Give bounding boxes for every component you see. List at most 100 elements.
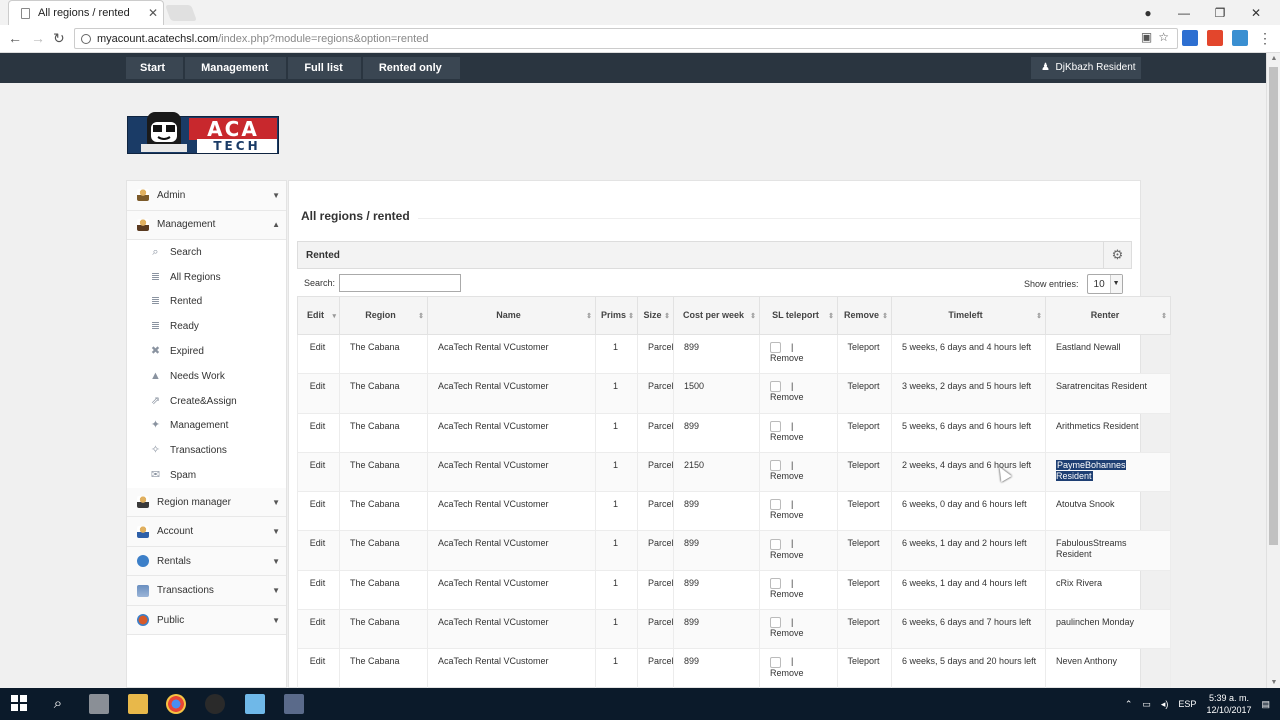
remove-checkbox[interactable] xyxy=(770,577,781,589)
search-input[interactable] xyxy=(339,274,462,292)
edit-link[interactable]: Edit xyxy=(297,648,340,689)
teleport-link[interactable]: Teleport xyxy=(837,491,892,532)
network-icon[interactable]: ▭ xyxy=(1142,699,1151,710)
crumb-start[interactable]: Start xyxy=(126,57,184,79)
sidebar-subitem-rented[interactable]: ≣ Rented xyxy=(127,289,286,315)
remove-checkbox[interactable] xyxy=(770,381,781,393)
edit-link[interactable]: Edit xyxy=(297,530,340,571)
reload-icon[interactable]: ↻ xyxy=(53,30,65,47)
col-remove[interactable]: Remove ⇕ xyxy=(837,296,892,335)
tray-chevron-icon[interactable]: ⌃ xyxy=(1125,699,1133,710)
sidebar-subitem-search[interactable]: ⌕ Search xyxy=(127,240,286,265)
sidebar-subitem-expired[interactable]: ✖ Expired xyxy=(127,339,286,364)
remove-label[interactable]: Remove xyxy=(770,392,804,402)
bookmark-star-icon[interactable]: ☆ xyxy=(1158,30,1169,44)
col-edit[interactable]: Edit ▾ xyxy=(297,296,340,335)
page-scrollbar[interactable]: ▲ ▼ xyxy=(1266,53,1280,688)
notifications-icon[interactable]: ▤ xyxy=(1261,699,1270,710)
remove-label[interactable]: Remove xyxy=(770,550,804,560)
crumb-rented-only[interactable]: Rented only xyxy=(362,57,460,79)
edit-link[interactable]: Edit xyxy=(297,569,340,611)
extension-icon-3[interactable] xyxy=(1232,30,1248,46)
teleport-link[interactable]: Teleport xyxy=(837,373,892,414)
col-region[interactable]: Region ⇕ xyxy=(339,296,428,335)
sidebar-subitem-needs-work[interactable]: ▲ Needs Work xyxy=(127,363,286,389)
edit-link[interactable]: Edit xyxy=(297,451,340,493)
remove-label[interactable]: Remove xyxy=(770,432,804,442)
sidebar-item-public[interactable]: Public ▼ xyxy=(127,605,286,636)
remove-checkbox[interactable] xyxy=(770,420,781,432)
sidebar-item-admin[interactable]: Admin ▼ xyxy=(127,181,286,211)
browser-menu-icon[interactable]: ⋮ xyxy=(1258,30,1272,47)
language-indicator[interactable]: ESP xyxy=(1178,699,1196,709)
remove-checkbox[interactable] xyxy=(770,499,781,511)
remove-checkbox[interactable] xyxy=(770,460,781,472)
sidebar-subitem-transactions[interactable]: ✧ Transactions xyxy=(127,438,286,464)
file-explorer-icon[interactable] xyxy=(128,694,148,714)
tab-close-icon[interactable]: ✕ xyxy=(143,6,163,20)
remove-checkbox[interactable] xyxy=(770,656,781,668)
restore-icon[interactable]: ❐ xyxy=(1202,6,1238,20)
extension-icon-2[interactable] xyxy=(1207,30,1223,46)
scrollbar-thumb[interactable] xyxy=(1269,67,1278,545)
col-size[interactable]: Size ⇕ xyxy=(637,296,674,335)
forward-icon[interactable]: → xyxy=(31,30,45,46)
remove-label[interactable]: Remove xyxy=(770,668,804,678)
remove-checkbox[interactable] xyxy=(770,617,781,629)
teleport-link[interactable]: Teleport xyxy=(837,333,892,375)
chrome-icon[interactable] xyxy=(166,694,186,714)
col-cost[interactable]: Cost per week ⇕ xyxy=(673,296,760,335)
sidebar-subitem-create-assign[interactable]: ⇗ Create&Assign xyxy=(127,388,286,414)
sidebar-subitem-management[interactable]: ✦ Management xyxy=(127,413,286,439)
col-name[interactable]: Name ⇕ xyxy=(427,296,596,335)
remove-label[interactable]: Remove xyxy=(770,589,804,599)
translate-icon[interactable]: ▣ xyxy=(1141,30,1152,44)
remove-label[interactable]: Remove xyxy=(770,471,804,481)
teleport-link[interactable]: Teleport xyxy=(837,569,892,611)
minimize-icon[interactable]: — xyxy=(1166,6,1202,20)
remove-checkbox[interactable] xyxy=(770,342,781,354)
browser-tab[interactable]: All regions / rented ✕ xyxy=(8,0,164,25)
task-view-icon[interactable] xyxy=(89,694,109,714)
new-tab-button[interactable] xyxy=(165,5,197,21)
windows-start-icon[interactable] xyxy=(10,694,30,714)
remove-label[interactable]: Remove xyxy=(770,510,804,520)
teleport-link[interactable]: Teleport xyxy=(837,609,892,650)
app-icon-dark[interactable] xyxy=(205,694,225,714)
sidebar-subitem-spam[interactable]: ✉ Spam xyxy=(127,463,286,488)
edit-link[interactable]: Edit xyxy=(297,333,340,375)
scroll-up-icon[interactable]: ▲ xyxy=(1267,55,1280,62)
sidebar-subitem-ready[interactable]: ≣ Ready xyxy=(127,314,286,340)
acatech-logo[interactable]: ACA TECH xyxy=(127,108,279,156)
teleport-link[interactable]: Teleport xyxy=(837,451,892,493)
sidebar-item-region-manager[interactable]: Region manager ▼ xyxy=(127,487,286,518)
remove-label[interactable]: Remove xyxy=(770,628,804,638)
volume-icon[interactable]: ◂) xyxy=(1161,699,1169,710)
edit-link[interactable]: Edit xyxy=(297,373,340,414)
crumb-management[interactable]: Management xyxy=(185,57,287,79)
teleport-link[interactable]: Teleport xyxy=(837,648,892,689)
gear-icon[interactable]: ⚙ xyxy=(1103,242,1131,268)
teleport-link[interactable]: Teleport xyxy=(837,412,892,453)
crumb-full-list[interactable]: Full list xyxy=(288,57,361,79)
app-icon-blue[interactable] xyxy=(245,694,265,714)
extension-icon-1[interactable] xyxy=(1182,30,1198,46)
col-timeleft[interactable]: Timeleft ⇕ xyxy=(891,296,1046,335)
sidebar-item-rentals[interactable]: Rentals ▼ xyxy=(127,546,286,577)
sidebar-item-management[interactable]: Management ▲ xyxy=(127,210,286,240)
teleport-link[interactable]: Teleport xyxy=(837,530,892,571)
profile-icon[interactable]: ● xyxy=(1130,6,1166,20)
remove-checkbox[interactable] xyxy=(770,538,781,550)
sidebar-item-transactions[interactable]: Transactions ▼ xyxy=(127,576,286,606)
search-icon[interactable]: ⌕ xyxy=(48,694,68,714)
sidebar-item-account[interactable]: Account ▼ xyxy=(127,517,286,547)
close-window-icon[interactable]: ✕ xyxy=(1238,6,1274,20)
sidebar-subitem-all-regions[interactable]: ≣ All Regions xyxy=(127,264,286,290)
back-icon[interactable]: ← xyxy=(8,30,22,46)
col-prims[interactable]: Prims ⇕ xyxy=(595,296,638,335)
url-input[interactable]: myacount.acatechsl.com/index.php?module=… xyxy=(74,28,1178,49)
edit-link[interactable]: Edit xyxy=(297,412,340,453)
col-renter[interactable]: Renter ⇕ xyxy=(1045,296,1171,335)
user-menu-button[interactable]: ♟ DjKbazh Resident xyxy=(1031,57,1141,79)
edit-link[interactable]: Edit xyxy=(297,491,340,532)
